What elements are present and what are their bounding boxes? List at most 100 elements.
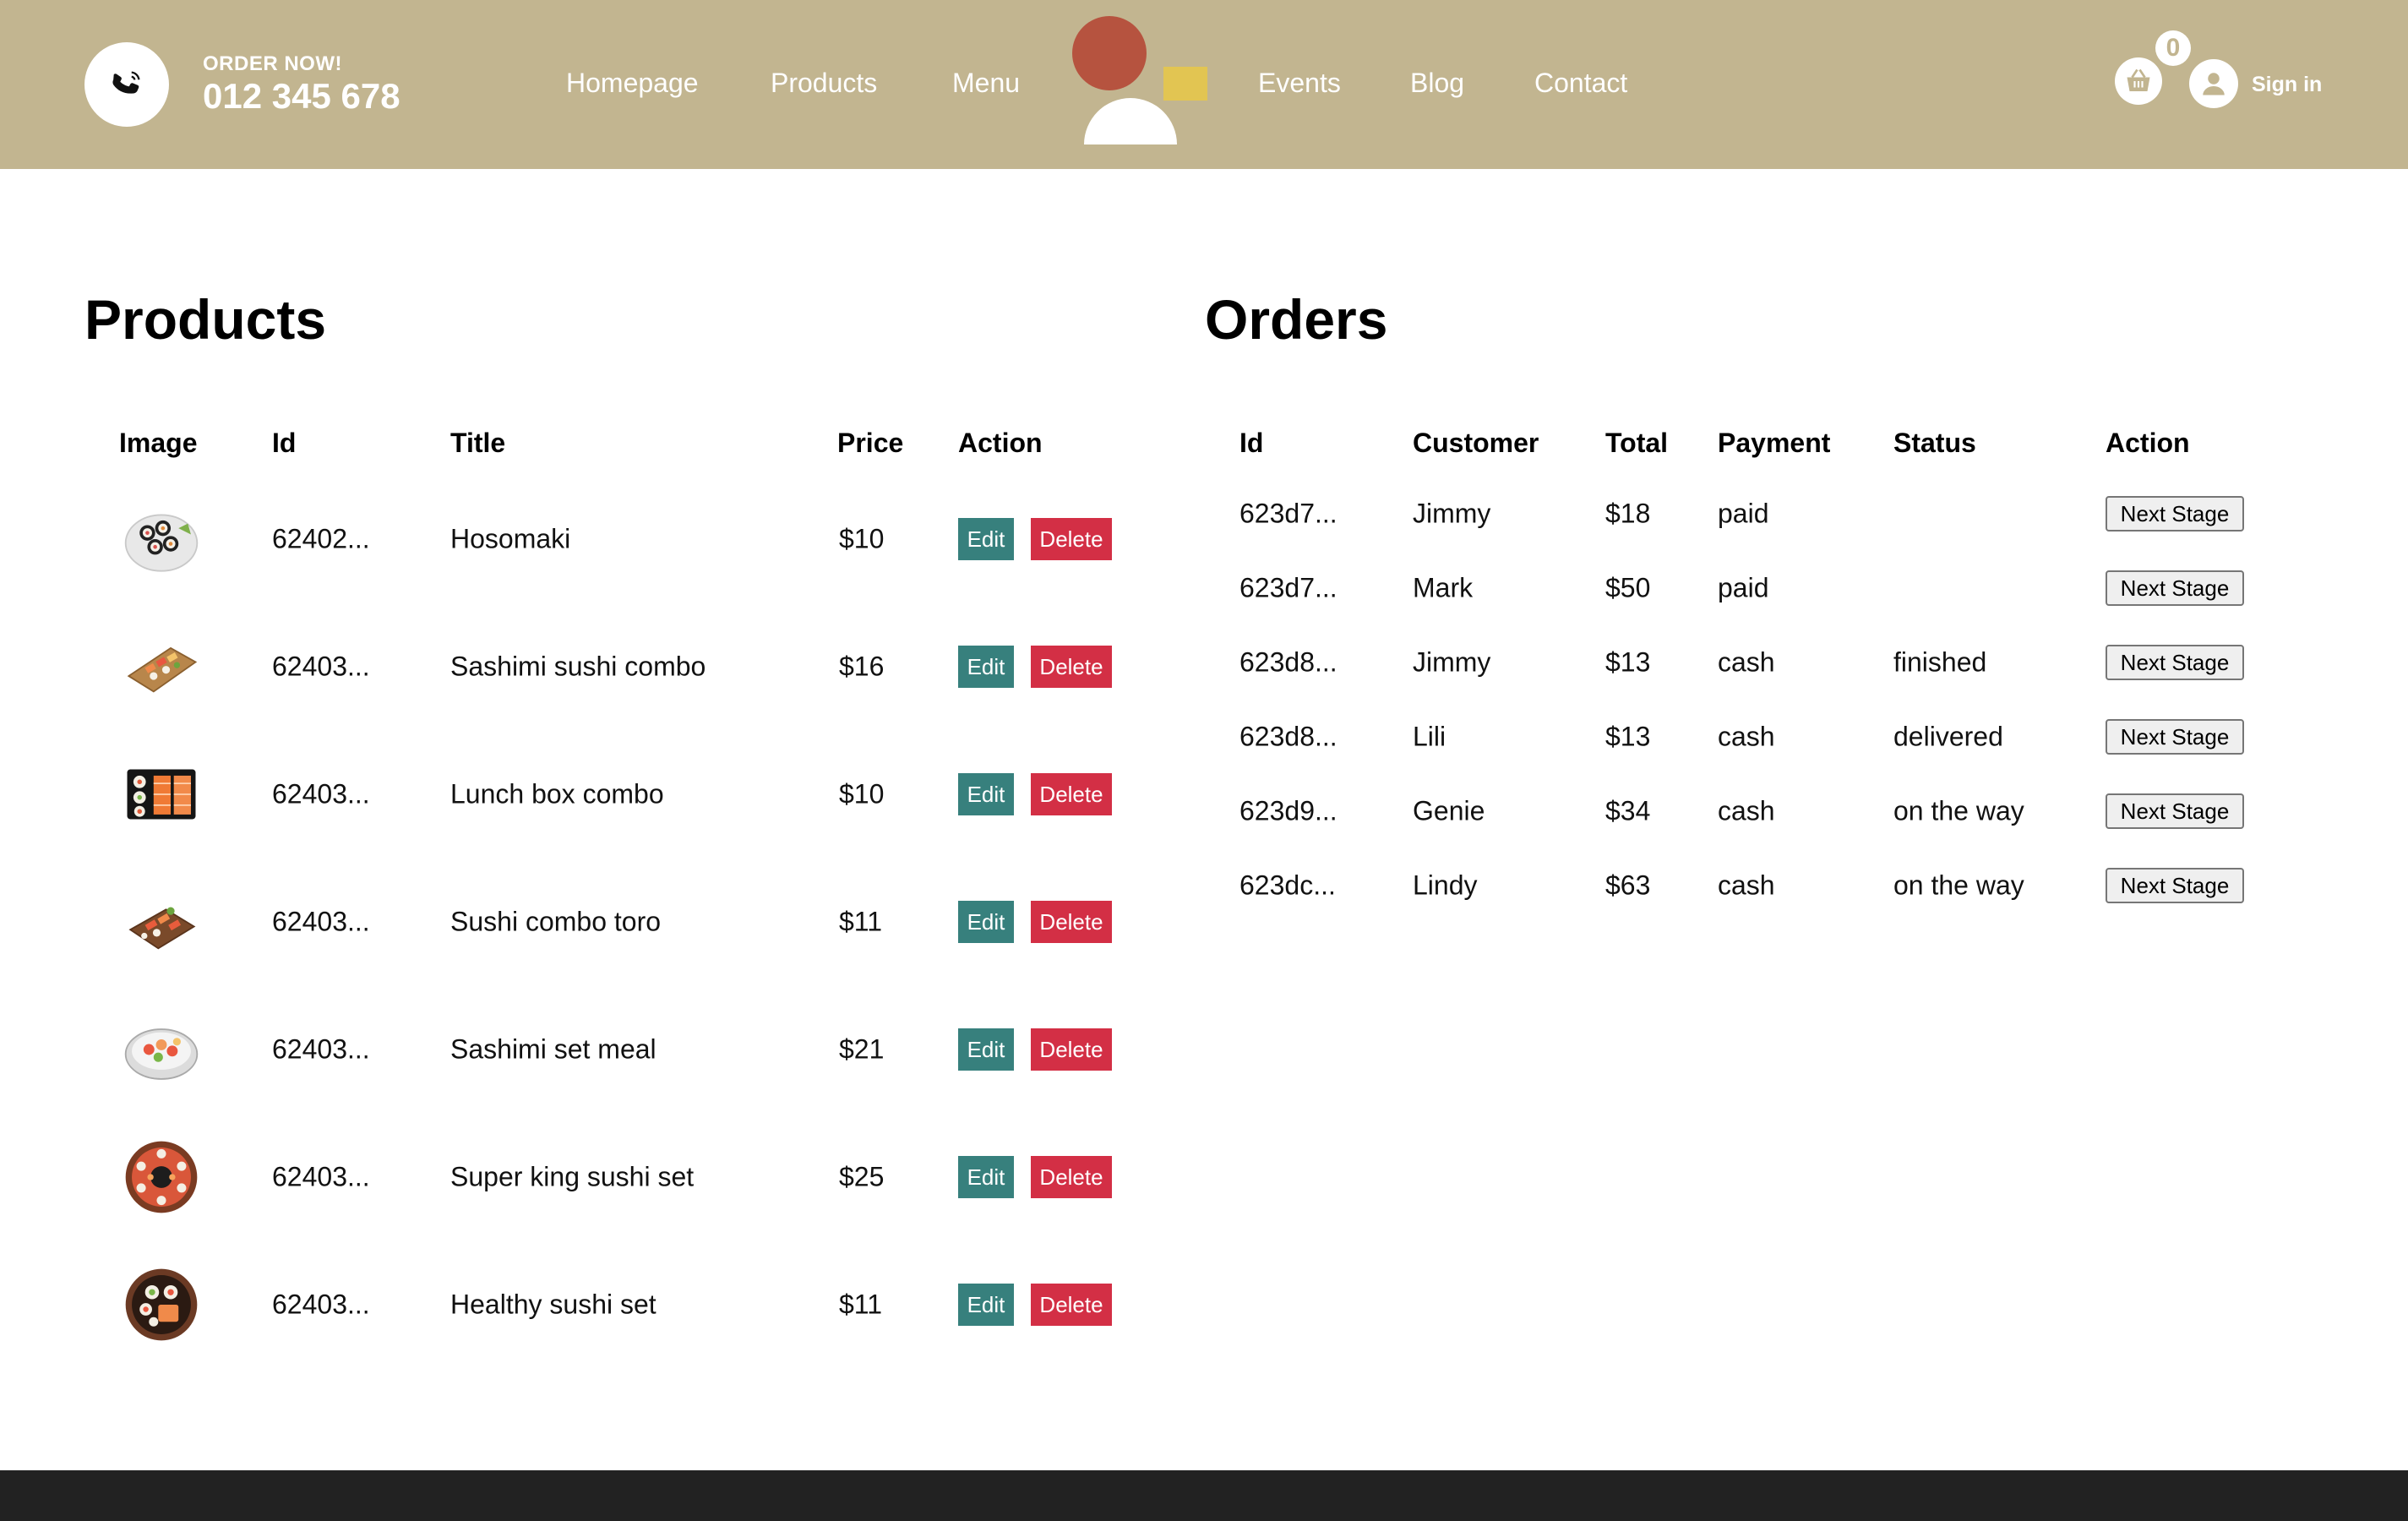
product-title: Sushi combo toro xyxy=(450,906,662,937)
delete-button[interactable]: Delete xyxy=(1031,1028,1112,1071)
delete-button[interactable]: Delete xyxy=(1031,901,1112,943)
product-id: 62402... xyxy=(272,523,370,554)
order-customer: Lindy xyxy=(1413,870,1478,901)
delete-button[interactable]: Delete xyxy=(1031,646,1112,688)
order-id: 623d8... xyxy=(1239,646,1337,678)
orders-heading: Orders xyxy=(1205,288,1388,351)
orders-col-payment: Payment xyxy=(1718,428,1831,458)
product-price: $21 xyxy=(839,1033,885,1065)
next-stage-button[interactable]: Next Stage xyxy=(2106,793,2244,829)
order-customer: Lili xyxy=(1413,721,1446,752)
product-title: Lunch box combo xyxy=(450,778,664,810)
order-total: $63 xyxy=(1605,870,1651,901)
product-price: $11 xyxy=(839,906,883,937)
product-id: 62403... xyxy=(272,1161,370,1192)
order-status: delivered xyxy=(1893,721,2003,752)
product-price: $11 xyxy=(839,1289,883,1320)
product-image xyxy=(127,769,196,820)
order-customer: Mark xyxy=(1413,572,1474,603)
product-image xyxy=(124,1028,199,1080)
edit-button[interactable]: Edit xyxy=(958,1284,1014,1326)
next-stage-button[interactable]: Next Stage xyxy=(2106,719,2244,755)
delete-button[interactable]: Delete xyxy=(1031,1156,1112,1198)
phone-number: 012 345 678 xyxy=(203,76,400,116)
products-col-title: Title xyxy=(450,428,506,458)
site-logo[interactable] xyxy=(1068,14,1212,149)
next-stage-button[interactable]: Next Stage xyxy=(2106,496,2244,532)
products-col-id: Id xyxy=(272,428,297,458)
order-status: on the way xyxy=(1893,870,2024,901)
order-payment: cash xyxy=(1718,870,1775,901)
delete-button[interactable]: Delete xyxy=(1031,1284,1112,1326)
product-id: 62403... xyxy=(272,651,370,682)
product-title: Hosomaki xyxy=(450,523,571,554)
edit-button[interactable]: Edit xyxy=(958,1028,1014,1071)
nav-events[interactable]: Events xyxy=(1258,68,1341,99)
products-col-image: Image xyxy=(119,428,198,458)
footer xyxy=(0,1470,2408,1521)
product-image xyxy=(125,1141,198,1213)
delete-button[interactable]: Delete xyxy=(1031,518,1112,560)
product-title: Healthy sushi set xyxy=(450,1289,656,1320)
edit-button[interactable]: Edit xyxy=(958,1156,1014,1198)
nav-blog[interactable]: Blog xyxy=(1410,68,1464,99)
product-title: Super king sushi set xyxy=(450,1161,695,1192)
orders-col-id: Id xyxy=(1239,428,1264,458)
order-customer: Genie xyxy=(1413,795,1485,826)
product-id: 62403... xyxy=(272,906,370,937)
order-id: 623d7... xyxy=(1239,498,1337,529)
order-payment: cash xyxy=(1718,795,1775,826)
order-total: $18 xyxy=(1605,498,1651,529)
user-icon xyxy=(2203,73,2225,95)
orders-col-customer: Customer xyxy=(1413,428,1539,458)
order-customer: Jimmy xyxy=(1413,646,1491,678)
edit-button[interactable]: Edit xyxy=(958,518,1014,560)
order-now-label: ORDER NOW! xyxy=(203,52,342,75)
order-id: 623d7... xyxy=(1239,572,1337,603)
order-status: finished xyxy=(1893,646,1987,678)
next-stage-button[interactable]: Next Stage xyxy=(2106,868,2244,903)
products-heading: Products xyxy=(84,288,327,351)
delete-button[interactable]: Delete xyxy=(1031,773,1112,815)
orders-col-action: Action xyxy=(2106,428,2190,458)
order-total: $34 xyxy=(1605,795,1651,826)
product-price: $10 xyxy=(839,523,885,554)
product-price: $25 xyxy=(839,1161,885,1192)
next-stage-button[interactable]: Next Stage xyxy=(2106,645,2244,680)
account-button[interactable] xyxy=(2189,59,2238,108)
product-image xyxy=(125,1268,198,1341)
order-customer: Jimmy xyxy=(1413,498,1491,529)
products-col-action: Action xyxy=(958,428,1043,458)
orders-col-total: Total xyxy=(1605,428,1669,458)
order-total: $13 xyxy=(1605,721,1651,752)
product-image xyxy=(127,646,198,693)
nav-menu[interactable]: Menu xyxy=(952,68,1020,99)
phone-icon xyxy=(112,71,140,94)
product-id: 62403... xyxy=(272,1289,370,1320)
next-stage-button[interactable]: Next Stage xyxy=(2106,570,2244,606)
edit-button[interactable]: Edit xyxy=(958,646,1014,688)
edit-button[interactable]: Edit xyxy=(958,773,1014,815)
order-payment: cash xyxy=(1718,721,1775,752)
order-payment: paid xyxy=(1718,572,1769,603)
product-title: Sashimi sushi combo xyxy=(450,651,706,682)
phone-call-button[interactable] xyxy=(84,42,169,127)
product-image xyxy=(124,514,199,572)
order-id: 623d8... xyxy=(1239,721,1337,752)
order-id: 623dc... xyxy=(1239,870,1336,901)
order-total: $50 xyxy=(1605,572,1651,603)
product-price: $16 xyxy=(839,651,885,682)
product-id: 62403... xyxy=(272,1033,370,1065)
sign-in-link[interactable]: Sign in xyxy=(2252,73,2322,97)
order-status: on the way xyxy=(1893,795,2024,826)
nav-contact[interactable]: Contact xyxy=(1534,68,1627,99)
cart-count-badge: 0 xyxy=(2155,30,2191,66)
products-col-price: Price xyxy=(837,428,904,458)
edit-button[interactable]: Edit xyxy=(958,901,1014,943)
order-id: 623d9... xyxy=(1239,795,1337,826)
nav-products[interactable]: Products xyxy=(771,68,877,99)
cart-button[interactable] xyxy=(2115,57,2162,105)
order-payment: cash xyxy=(1718,646,1775,678)
orders-col-status: Status xyxy=(1893,428,1976,458)
nav-homepage[interactable]: Homepage xyxy=(566,68,699,99)
